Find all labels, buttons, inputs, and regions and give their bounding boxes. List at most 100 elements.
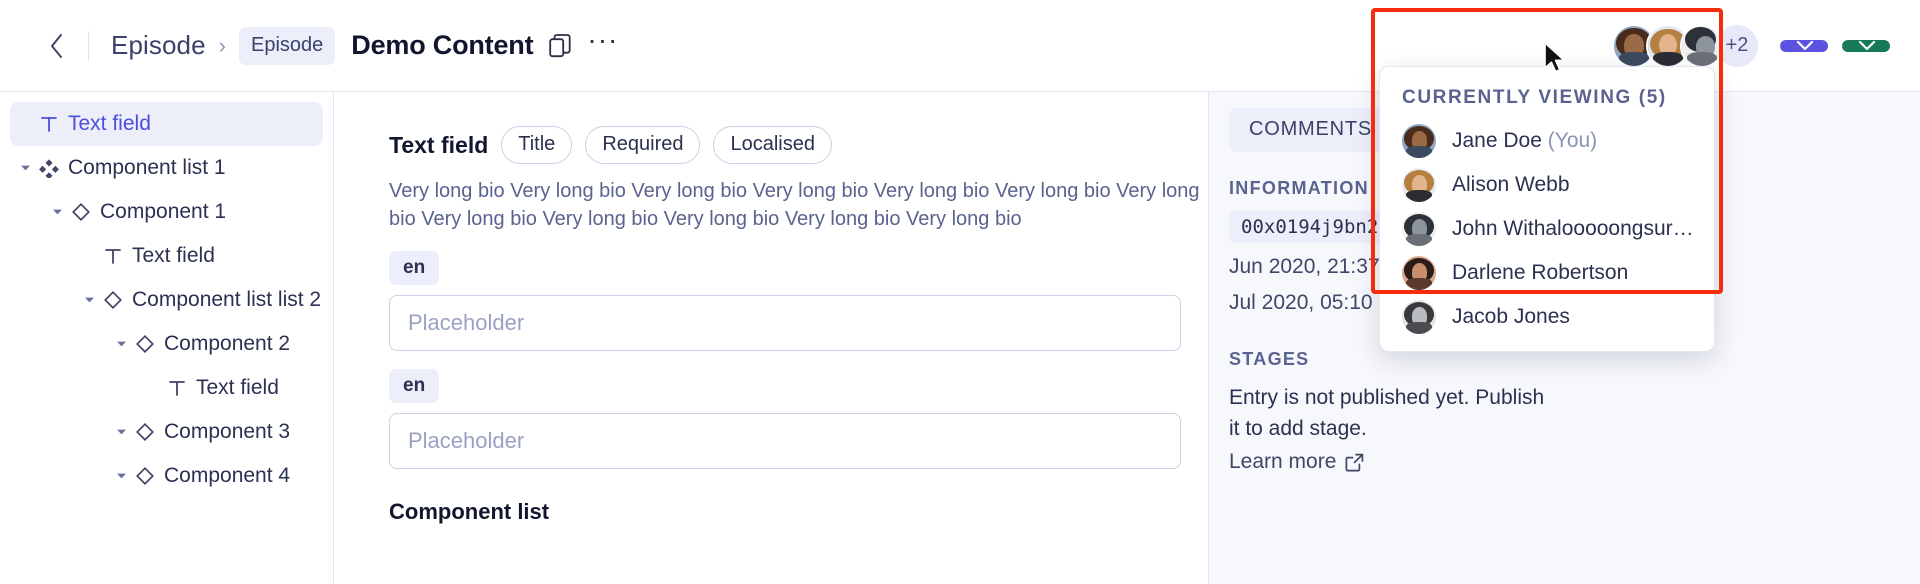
save-split-button: Save (334, 39, 1828, 142)
stages-section-title: STAGES (1229, 349, 1310, 369)
sidebar-item-component-2[interactable]: Component 2 (10, 322, 323, 366)
field-tag-required: Required (585, 126, 701, 164)
caret-down-icon (84, 297, 94, 303)
text-icon (164, 378, 190, 398)
currently-viewing-dropdown: CURRENTLY VIEWING (5) Jane Doe (You) Alis… (1379, 66, 1715, 352)
top-bar-actions: +2 Save Publish (334, 22, 1890, 142)
component-list-icon (39, 159, 59, 178)
currently-viewing-name: Alison Webb (1452, 173, 1570, 197)
text-input-2-placeholder: Placeholder (408, 428, 525, 453)
breadcrumb-separator: › (218, 32, 226, 58)
tree-collapse-caret-icon[interactable] (114, 428, 128, 436)
component-icon (136, 422, 154, 441)
presence-avatar-stack[interactable]: +2 (1612, 22, 1766, 69)
text-icon (169, 381, 185, 396)
sidebar-item-component-list-1[interactable]: Component list 1 (10, 146, 323, 190)
avatar-face (1402, 124, 1436, 158)
currently-viewing-name: John Withalooooongsurna... (1452, 217, 1702, 241)
avatar-face (1402, 256, 1436, 290)
breadcrumb-chip[interactable]: Episode (239, 26, 336, 65)
back-button[interactable] (44, 31, 70, 61)
sidebar-item-component-3[interactable]: Component 3 (10, 410, 323, 454)
currently-viewing-name-text: Jane Doe (1452, 129, 1542, 152)
avatar-face (1682, 25, 1722, 66)
sidebar-item-text-field[interactable]: Text field (10, 102, 323, 146)
more-options-button[interactable]: ··· (587, 25, 618, 57)
avatar (1402, 300, 1436, 334)
currently-viewing-item[interactable]: John Withalooooongsurna... (1380, 207, 1714, 251)
tree-collapse-caret-icon[interactable] (114, 340, 128, 348)
learn-more-label: Learn more (1229, 450, 1337, 473)
save-dropdown-toggle[interactable] (1780, 39, 1828, 52)
sidebar-item-label: Component 2 (164, 332, 291, 355)
tree-collapse-caret-icon[interactable] (18, 164, 32, 172)
currently-viewing-you-suffix: (You) (1541, 129, 1598, 152)
field-tag-title: Title (501, 126, 573, 164)
text-input-2[interactable]: Placeholder (389, 413, 1181, 469)
app-root: Episode › Episode Demo Content ··· +2 Te… (0, 0, 1920, 584)
tab-comments[interactable]: COMMENTS (1229, 108, 1393, 152)
text-input-1-placeholder: Placeholder (408, 310, 525, 335)
created-date-value: Jun 2020, 21:37 (1229, 255, 1380, 278)
tree-collapse-caret-icon[interactable] (82, 296, 96, 304)
component-icon (72, 202, 90, 221)
text-input-1[interactable]: Placeholder (389, 295, 1181, 351)
mouse-cursor (1543, 42, 1569, 81)
currently-viewing-name: Jacob Jones (1452, 305, 1570, 329)
main-content: Text field Title Required Localised Very… (334, 92, 1208, 584)
sidebar-item-label: Component 1 (100, 200, 227, 223)
tree-collapse-caret-icon[interactable] (114, 472, 128, 480)
locale-chip-2[interactable]: en (389, 369, 440, 403)
component-icon (136, 334, 154, 353)
cursor-arrow-icon (1544, 42, 1565, 73)
currently-viewing-list: Jane Doe (You) Alison Webb John Withaloooo… (1380, 119, 1714, 339)
avatar-face (1402, 300, 1436, 334)
caret-down-icon (116, 429, 126, 435)
text-icon (105, 249, 121, 264)
currently-viewing-item[interactable]: Jane Doe (You) (1380, 119, 1714, 163)
avatar (1402, 212, 1436, 246)
field-header: Text field Title Required Localised (389, 126, 1208, 164)
publish-split-button: Publish (334, 39, 1890, 142)
component-list-heading: Component list (389, 499, 550, 524)
currently-viewing-name: Jane Doe (You) (1452, 129, 1597, 153)
currently-viewing-name-text: John Withalooooongsurna... (1452, 217, 1702, 240)
currently-viewing-title: CURRENTLY VIEWING (5) (1402, 87, 1667, 108)
caret-down-icon (116, 473, 126, 479)
breadcrumb-root[interactable]: Episode (111, 30, 206, 61)
currently-viewing-name-text: Jacob Jones (1452, 305, 1570, 328)
text-icon (36, 114, 62, 134)
sidebar-item-label: Text field (68, 112, 151, 135)
copy-glyph (549, 33, 571, 57)
sidebar-item-text-field[interactable]: Text field (10, 366, 323, 410)
caret-down-icon (52, 209, 62, 215)
publish-dropdown-toggle[interactable] (1842, 39, 1890, 52)
sidebar-item-component-4[interactable]: Component 4 (10, 454, 323, 498)
currently-viewing-item[interactable]: Alison Webb (1380, 163, 1714, 207)
text-icon (100, 246, 126, 266)
currently-viewing-name-text: Darlene Robertson (1452, 261, 1629, 284)
sidebar-item-label: Component 3 (164, 420, 291, 443)
caret-down-icon (116, 341, 126, 347)
avatar-face (1402, 168, 1436, 202)
caret-down-icon (20, 165, 30, 171)
sidebar-item-text-field[interactable]: Text field (10, 234, 323, 278)
avatar[interactable] (1680, 23, 1724, 68)
locale-chip-1[interactable]: en (389, 251, 440, 285)
avatar-face (1402, 212, 1436, 246)
currently-viewing-item[interactable]: Jacob Jones (1380, 295, 1714, 339)
chevron-down-icon (1858, 40, 1875, 50)
sidebar-item-component-1[interactable]: Component 1 (10, 190, 323, 234)
tree-collapse-caret-icon[interactable] (50, 208, 64, 216)
currently-viewing-name-text: Alison Webb (1452, 173, 1570, 196)
duplicate-icon[interactable] (549, 33, 571, 58)
text-icon (41, 117, 57, 132)
component-icon (136, 466, 154, 485)
avatar (1402, 256, 1436, 290)
field-tree: Text field Component list 1 Component 1 Tex… (0, 102, 333, 498)
currently-viewing-name: Darlene Robertson (1452, 261, 1628, 285)
learn-more-link[interactable]: Learn more (1229, 450, 1364, 474)
currently-viewing-item[interactable]: Darlene Robertson (1380, 251, 1714, 295)
sidebar-item-component-list-list-2[interactable]: Component list list 2 (10, 278, 323, 322)
avatar (1402, 124, 1436, 158)
